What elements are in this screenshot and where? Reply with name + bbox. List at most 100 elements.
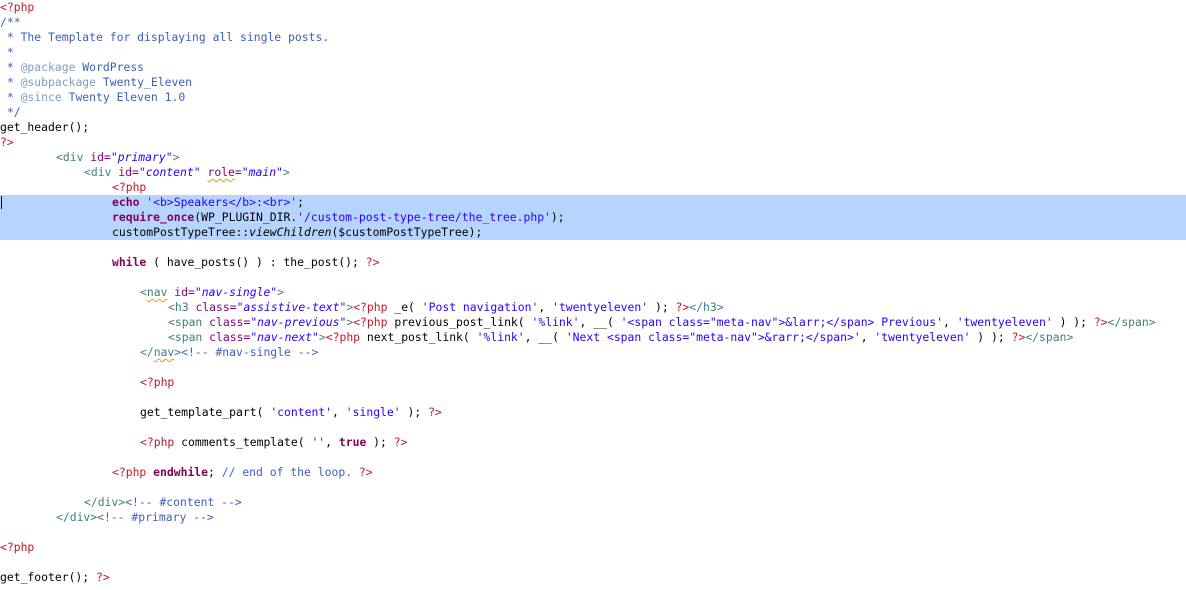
- code-token: *: [0, 45, 14, 59]
- code-token: <span: [168, 330, 210, 344]
- code-token: );: [648, 300, 676, 314]
- code-line[interactable]: [0, 480, 1186, 495]
- code-line-content: get_header();: [0, 120, 89, 135]
- code-token: 'Next <span class="meta-nav">&rarr;</spa…: [565, 330, 861, 344]
- code-token: */: [0, 105, 21, 119]
- code-line[interactable]: <?php: [0, 180, 1186, 195]
- code-line-content: * @package WordPress: [0, 60, 144, 75]
- code-line[interactable]: </nav><!-- #nav-single -->: [0, 345, 1186, 360]
- code-token: <?php: [353, 300, 388, 314]
- code-line[interactable]: <?php comments_template( '', true ); ?>: [0, 435, 1186, 450]
- code-token: WordPress: [75, 60, 145, 74]
- code-line[interactable]: get_footer(); ?>: [0, 570, 1186, 585]
- code-line-content: <?php: [0, 375, 174, 390]
- code-line[interactable]: * @package WordPress: [0, 60, 1186, 75]
- code-token: "nav-single": [194, 285, 278, 299]
- code-line[interactable]: [0, 360, 1186, 375]
- code-line[interactable]: </div><!-- #content -->: [0, 495, 1186, 510]
- code-token: , __(: [524, 330, 566, 344]
- code-line-content: * @subpackage Twenty_Eleven: [0, 75, 192, 90]
- code-line[interactable]: [0, 450, 1186, 465]
- code-line-content: while ( have_posts() ) : the_post(); ?>: [0, 255, 379, 270]
- code-line[interactable]: * The Template for displaying all single…: [0, 30, 1186, 45]
- code-token: >: [282, 165, 290, 179]
- code-line[interactable]: [0, 525, 1186, 540]
- code-line[interactable]: */: [0, 105, 1186, 120]
- code-token: require_once: [112, 210, 195, 224]
- code-line[interactable]: *: [0, 45, 1186, 60]
- code-token: <div: [56, 150, 91, 164]
- code-token: class=: [209, 315, 251, 329]
- code-line[interactable]: * @subpackage Twenty_Eleven: [0, 75, 1186, 90]
- code-line-content: </div><!-- #content -->: [0, 495, 242, 510]
- code-line-content: <?php endwhile; // end of the loop. ?>: [0, 465, 373, 480]
- code-token: id=: [174, 285, 195, 299]
- code-token: _e(: [387, 300, 422, 314]
- code-token: @subpackage: [20, 75, 97, 89]
- code-line[interactable]: [0, 390, 1186, 405]
- code-token: , __(: [579, 315, 621, 329]
- code-line[interactable]: <div id="content" role="main">: [0, 165, 1186, 180]
- code-token: <?php: [112, 180, 147, 194]
- code-line[interactable]: [0, 270, 1186, 285]
- code-line[interactable]: <div id="primary">: [0, 150, 1186, 165]
- code-token: ?>: [365, 255, 380, 269]
- code-line[interactable]: * @since Twenty Eleven 1.0: [0, 90, 1186, 105]
- code-line[interactable]: [0, 420, 1186, 435]
- code-line[interactable]: <?php: [0, 375, 1186, 390]
- code-token: <h3: [168, 300, 196, 314]
- code-line[interactable]: [0, 555, 1186, 570]
- code-token: <?php: [112, 465, 147, 479]
- code-token: 'twentyeleven': [956, 315, 1053, 329]
- code-token: 'Post navigation': [421, 300, 539, 314]
- code-line[interactable]: <span class="nav-previous"><?php previou…: [0, 315, 1186, 330]
- code-token: '': [311, 435, 326, 449]
- code-token: <?php: [0, 0, 35, 14]
- code-line-content: require_once(WP_PLUGIN_DIR.'/custom-post…: [0, 210, 565, 225]
- code-line-selected[interactable]: require_once(WP_PLUGIN_DIR.'/custom-post…: [0, 210, 1186, 225]
- code-token: <!-- #content -->: [125, 495, 242, 509]
- code-token: *: [0, 75, 21, 89]
- code-token: </h3>: [689, 300, 724, 314]
- code-token: ,: [538, 300, 553, 314]
- code-token: '%link': [476, 330, 525, 344]
- code-token: ) );: [970, 330, 1012, 344]
- code-token: ;: [208, 465, 222, 479]
- code-line[interactable]: <span class="nav-next"><?php next_post_l…: [0, 330, 1186, 345]
- code-line[interactable]: <nav id="nav-single">: [0, 285, 1186, 300]
- code-token: '%link': [531, 315, 580, 329]
- code-line[interactable]: get_template_part( 'content', 'single' )…: [0, 405, 1186, 420]
- code-line[interactable]: <?php: [0, 0, 1186, 15]
- code-token: * The Template for displaying all single…: [0, 30, 330, 44]
- code-token: <span: [168, 315, 210, 329]
- code-token: "primary": [110, 150, 173, 164]
- code-line[interactable]: while ( have_posts() ) : the_post(); ?>: [0, 255, 1186, 270]
- code-token: ?>: [1093, 315, 1108, 329]
- code-line-content: <span class="nav-previous"><?php previou…: [0, 315, 1156, 330]
- code-line[interactable]: ?>: [0, 135, 1186, 150]
- code-editor[interactable]: <?php/** * The Template for displaying a…: [0, 0, 1186, 590]
- code-line-content: get_footer(); ?>: [0, 570, 110, 585]
- code-line-selected[interactable]: customPostTypeTree::viewChildren($custom…: [0, 225, 1186, 240]
- code-token: ?>: [393, 435, 408, 449]
- code-line[interactable]: [0, 240, 1186, 255]
- code-line-content: ?>: [0, 135, 14, 150]
- code-token: "content": [138, 165, 201, 179]
- code-line[interactable]: get_header();: [0, 120, 1186, 135]
- code-token: viewChildren: [249, 225, 332, 239]
- code-line[interactable]: /**: [0, 15, 1186, 30]
- code-line[interactable]: <?php endwhile; // end of the loop. ?>: [0, 465, 1186, 480]
- code-token: ;: [297, 195, 305, 209]
- code-line[interactable]: </div><!-- #primary -->: [0, 510, 1186, 525]
- code-line[interactable]: <h3 class="assistive-text"><?php _e( 'Po…: [0, 300, 1186, 315]
- code-token: </div>: [56, 510, 98, 524]
- code-line-selected[interactable]: echo '<b>Speakers</b>:<br>';: [0, 195, 1186, 210]
- code-token: 'content': [270, 405, 333, 419]
- code-line-content: * @since Twenty Eleven 1.0: [0, 90, 185, 105]
- code-token: while: [112, 255, 147, 269]
- code-line[interactable]: <?php: [0, 540, 1186, 555]
- code-line-content: <nav id="nav-single">: [0, 285, 284, 300]
- code-token: <div: [84, 165, 119, 179]
- code-line-content: /**: [0, 15, 21, 30]
